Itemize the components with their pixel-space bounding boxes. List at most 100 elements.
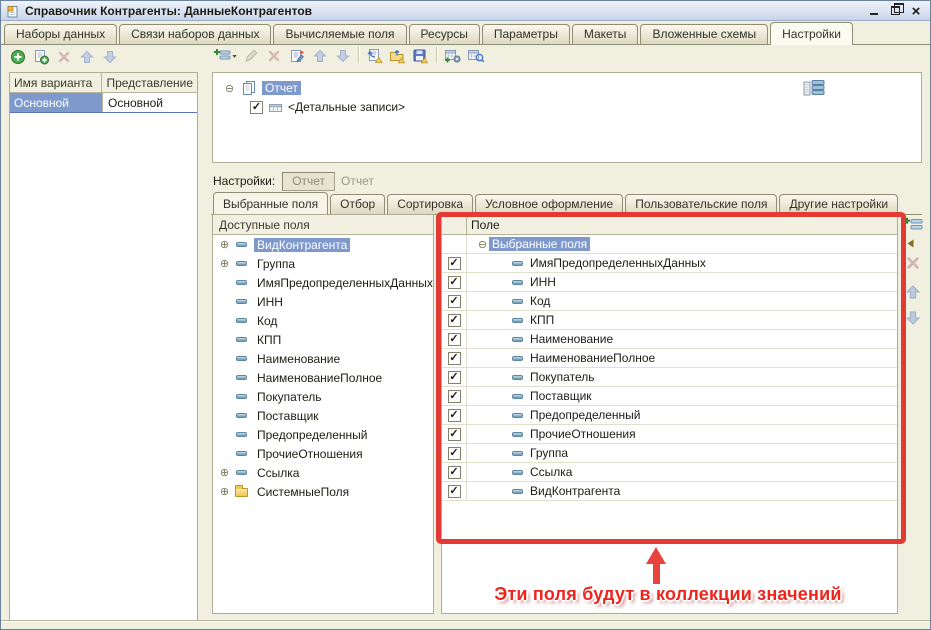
field-label[interactable]: Покупатель: [530, 370, 594, 384]
variant-name-cell[interactable]: Основной: [10, 93, 103, 112]
settings-tab[interactable]: Выбранные поля: [213, 192, 328, 215]
delete-selected-field-button[interactable]: [905, 255, 921, 271]
field-label[interactable]: Ссылка: [254, 466, 302, 480]
settings-tab[interactable]: Другие настройки: [779, 194, 898, 214]
field-label[interactable]: Покупатель: [254, 390, 324, 404]
default-settings-button[interactable]: [442, 46, 463, 66]
settings-tab[interactable]: Сортировка: [387, 194, 473, 214]
selected-field-row[interactable]: Группа: [442, 444, 897, 463]
add-selected-field-button[interactable]: [903, 217, 925, 233]
main-tab[interactable]: Вычисляемые поля: [273, 24, 406, 44]
tree-node-detail-records[interactable]: <Детальные записи>: [250, 100, 405, 114]
field-checkbox[interactable]: [448, 371, 461, 384]
field-label[interactable]: НаименованиеПолное: [530, 351, 655, 365]
column-header-presentation[interactable]: Представление: [102, 73, 197, 92]
available-field-row[interactable]: Предопределенный: [213, 425, 433, 444]
field-label[interactable]: СистемныеПоля: [254, 485, 352, 499]
selected-field-row[interactable]: КПП: [442, 311, 897, 330]
settings-tab[interactable]: Условное оформление: [475, 194, 623, 214]
add-variant-button[interactable]: [7, 47, 28, 67]
field-label[interactable]: Предопределенный: [254, 428, 371, 442]
restore-button[interactable]: [888, 4, 902, 17]
selected-field-row[interactable]: ПрочиеОтношения: [442, 425, 897, 444]
expand-icon[interactable]: ⊕: [218, 485, 231, 498]
field-checkbox[interactable]: [448, 428, 461, 441]
field-checkbox[interactable]: [448, 485, 461, 498]
add-structure-item-button[interactable]: [211, 46, 238, 66]
available-field-row[interactable]: ИмяПредопределенныхДанных: [213, 273, 433, 292]
field-label[interactable]: Код: [254, 314, 280, 328]
close-button[interactable]: ×: [909, 4, 923, 17]
main-tab[interactable]: Настройки: [770, 22, 853, 45]
selected-field-row[interactable]: Наименование: [442, 330, 897, 349]
expand-icon[interactable]: ⊕: [218, 466, 231, 479]
check-settings-button[interactable]: [465, 46, 486, 66]
main-tab[interactable]: Параметры: [482, 24, 570, 44]
field-label[interactable]: Наименование: [530, 332, 613, 346]
available-field-row[interactable]: ПрочиеОтношения: [213, 444, 433, 463]
field-label[interactable]: Группа: [254, 257, 298, 271]
delete-structure-item-button[interactable]: [263, 46, 284, 66]
tree-node-label[interactable]: <Детальные записи>: [288, 100, 405, 114]
variant-row[interactable]: Основной Основной: [10, 93, 197, 113]
save-settings-button[interactable]: [410, 46, 431, 66]
selected-field-row[interactable]: НаименованиеПолное: [442, 349, 897, 368]
field-checkbox[interactable]: [448, 295, 461, 308]
field-label[interactable]: Поставщик: [254, 409, 322, 423]
collapse-icon[interactable]: ⊖: [476, 238, 489, 251]
available-field-row[interactable]: ⊕ ВидКонтрагента: [213, 235, 433, 254]
field-label[interactable]: Ссылка: [530, 465, 572, 479]
customize-list-button[interactable]: [286, 46, 307, 66]
selected-field-row[interactable]: Покупатель: [442, 368, 897, 387]
selected-field-row[interactable]: ИНН: [442, 273, 897, 292]
field-checkbox[interactable]: [448, 276, 461, 289]
tree-node-report[interactable]: ⊖ Отчет: [223, 80, 301, 96]
field-checkbox[interactable]: [448, 447, 461, 460]
field-label[interactable]: ИмяПредопределенныхДанных: [254, 276, 434, 290]
open-settings-button[interactable]: [364, 46, 385, 66]
edit-structure-item-button[interactable]: [240, 46, 261, 66]
field-label[interactable]: ВидКонтрагента: [254, 238, 350, 252]
main-tab[interactable]: Связи наборов данных: [119, 24, 271, 44]
field-checkbox[interactable]: [448, 333, 461, 346]
selected-field-row[interactable]: ИмяПредопределенныхДанных: [442, 254, 897, 273]
field-checkbox[interactable]: [448, 352, 461, 365]
field-label[interactable]: ПрочиеОтношения: [530, 427, 636, 441]
field-label[interactable]: Поставщик: [530, 389, 592, 403]
settings-tab[interactable]: Отбор: [330, 194, 385, 214]
selected-field-row[interactable]: Поставщик: [442, 387, 897, 406]
field-label[interactable]: Предопределенный: [530, 408, 641, 422]
field-checkbox[interactable]: [448, 390, 461, 403]
report-scope-button[interactable]: Отчет: [282, 172, 335, 191]
available-field-row[interactable]: Покупатель: [213, 387, 433, 406]
field-checkbox[interactable]: [448, 257, 461, 270]
variant-presentation-cell[interactable]: Основной: [103, 93, 197, 112]
field-checkbox[interactable]: [448, 314, 461, 327]
column-header-variant-name[interactable]: Имя варианта: [10, 73, 102, 92]
field-label[interactable]: Наименование: [254, 352, 343, 366]
field-label[interactable]: КПП: [530, 313, 554, 327]
field-label[interactable]: ИНН: [530, 275, 556, 289]
available-field-row[interactable]: НаименованиеПолное: [213, 368, 433, 387]
field-label[interactable]: ПрочиеОтношения: [254, 447, 366, 461]
selected-fields-root-row[interactable]: ⊖ Выбранные поля: [442, 235, 897, 254]
selected-field-row[interactable]: Код: [442, 292, 897, 311]
selected-field-move-down-button[interactable]: [905, 310, 921, 326]
delete-variant-button[interactable]: [53, 47, 74, 67]
variant-move-up-button[interactable]: [76, 47, 97, 67]
available-field-row[interactable]: ⊕ Ссылка: [213, 463, 433, 482]
selected-field-row[interactable]: ВидКонтрагента: [442, 482, 897, 501]
field-label[interactable]: НаименованиеПолное: [254, 371, 385, 385]
selected-field-row[interactable]: Ссылка: [442, 463, 897, 482]
main-tab[interactable]: Наборы данных: [4, 24, 117, 44]
structure-move-up-button[interactable]: [309, 46, 330, 66]
available-field-row[interactable]: Код: [213, 311, 433, 330]
expand-icon[interactable]: ⊕: [218, 257, 231, 270]
selected-fields-root-label[interactable]: Выбранные поля: [489, 237, 590, 251]
field-label[interactable]: ИНН: [254, 295, 286, 309]
expand-icon[interactable]: ⊕: [218, 238, 231, 251]
selected-field-row[interactable]: Предопределенный: [442, 406, 897, 425]
field-label[interactable]: ИмяПредопределенныхДанных: [530, 256, 706, 270]
field-checkbox[interactable]: [448, 466, 461, 479]
available-field-row[interactable]: Наименование: [213, 349, 433, 368]
